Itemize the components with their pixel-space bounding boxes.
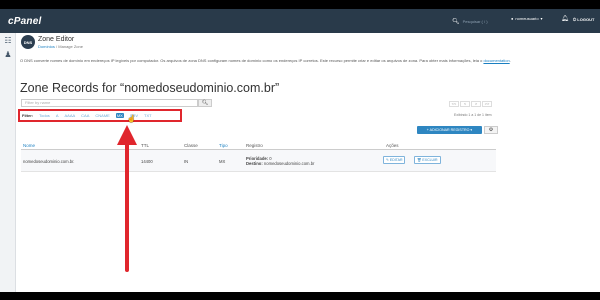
prev-page-button[interactable]: < bbox=[460, 101, 470, 107]
gear-icon: ⚙ bbox=[488, 127, 494, 133]
first-page-button[interactable]: << bbox=[449, 101, 459, 107]
username: nomeusuario bbox=[515, 16, 539, 21]
filter-label: Filter: bbox=[22, 113, 34, 118]
filter-by-name-input[interactable]: Filter by name bbox=[21, 99, 198, 107]
table-header: Nome TTL Classe Tipo Registro Ações bbox=[21, 141, 496, 150]
filter-option-mx[interactable]: MX bbox=[115, 113, 124, 118]
user-menu[interactable]: ● nomeusuario ▾ bbox=[511, 16, 543, 21]
col-header-class: Classe bbox=[184, 143, 198, 148]
zone-heading: Zone Records for “nomedoseudominio.com.b… bbox=[20, 81, 280, 95]
col-header-actions: Ações bbox=[386, 143, 399, 148]
page-description: O DNS converte nomes de domínio em ender… bbox=[20, 58, 511, 63]
search-icon: 🔍︎ bbox=[452, 18, 460, 25]
col-header-name[interactable]: Nome bbox=[23, 143, 35, 148]
top-navbar: cPanel 🔍︎ Pesquisar ( / ) ● nomeusuario … bbox=[0, 9, 600, 33]
mouse-cursor-icon: ☝ bbox=[127, 116, 136, 123]
logout-button[interactable]: ⏻ LOGOUT bbox=[573, 17, 594, 22]
description-text: O DNS converte nomes de domínio em ender… bbox=[20, 58, 483, 63]
logout-icon: ⏻ bbox=[573, 17, 577, 22]
chevron-down-icon: ▾ bbox=[540, 16, 543, 21]
filter-option-all[interactable]: Todos bbox=[39, 113, 50, 118]
letterbox-top bbox=[0, 0, 600, 9]
zone-records-table: Nome TTL Classe Tipo Registro Ações nome… bbox=[21, 141, 496, 172]
filter-option-aaaa[interactable]: AAAA bbox=[64, 113, 75, 118]
delete-record-button[interactable]: 🗑 EXCLUIR bbox=[414, 156, 441, 164]
next-page-button[interactable]: > bbox=[471, 101, 481, 107]
pagination-info: Exibindo 1 a 1 de 1 item bbox=[454, 113, 492, 117]
col-header-type[interactable]: Tipo bbox=[219, 143, 228, 148]
cell-type: MX bbox=[219, 159, 226, 164]
global-search[interactable]: 🔍︎ Pesquisar ( / ) bbox=[452, 15, 506, 27]
destination-label: Destino: bbox=[246, 161, 263, 166]
breadcrumb-current: Manage Zone bbox=[58, 43, 83, 49]
search-placeholder: Pesquisar ( / ) bbox=[462, 18, 488, 24]
page-title: Zone Editor bbox=[38, 35, 75, 43]
bell-icon[interactable]: 🔔︎ bbox=[561, 15, 569, 22]
breadcrumb-domains[interactable]: Domínios bbox=[38, 44, 55, 49]
add-record-button[interactable]: + ADICIONAR REGISTRO ▾ bbox=[417, 126, 482, 134]
search-button[interactable]: 🔍︎ bbox=[198, 99, 212, 107]
pagination: << < > >> bbox=[449, 101, 492, 107]
breadcrumb: Domínios / Manage Zone bbox=[38, 44, 83, 49]
logout-label: LOGOUT bbox=[577, 17, 595, 22]
cell-record: Prioridade: 0 Destino: nomedoseudominio.… bbox=[246, 156, 314, 166]
filter-option-a[interactable]: A bbox=[56, 113, 59, 118]
dns-app-icon: DNS bbox=[21, 35, 35, 49]
grid-icon[interactable]: ☷ bbox=[3, 37, 13, 45]
documentation-link[interactable]: documentation bbox=[483, 58, 509, 63]
col-header-record: Registro bbox=[246, 143, 263, 148]
cell-class: IN bbox=[184, 159, 189, 164]
settings-button[interactable]: ⚙ bbox=[484, 126, 498, 134]
edit-record-button[interactable]: ✎ EDITAR bbox=[383, 156, 406, 164]
search-icon: 🔍︎ bbox=[201, 100, 209, 106]
destination-value: nomedoseudominio.com.br bbox=[263, 161, 315, 166]
cell-name: nomedoseudominio.com.br. bbox=[23, 159, 75, 164]
col-header-ttl: TTL bbox=[141, 143, 150, 148]
table-row: nomedoseudominio.com.br. 14400 IN MX Pri… bbox=[21, 150, 496, 172]
filter-option-caa[interactable]: CAA bbox=[81, 113, 89, 118]
cell-ttl: 14400 bbox=[141, 159, 153, 164]
letterbox-bottom bbox=[0, 292, 600, 300]
user-icon: ● bbox=[511, 16, 514, 21]
main-content: DNS Zone Editor Domínios / Manage Zone O… bbox=[16, 33, 600, 292]
filter-option-cname[interactable]: CNAME bbox=[95, 113, 109, 118]
last-page-button[interactable]: >> bbox=[482, 101, 492, 107]
breadcrumb-separator: / bbox=[56, 43, 58, 49]
filter-option-txt[interactable]: TXT bbox=[144, 113, 152, 118]
cpanel-logo[interactable]: cPanel bbox=[8, 16, 41, 27]
page-header: DNS Zone Editor Domínios / Manage Zone bbox=[21, 35, 83, 49]
left-sidebar: ☷ ♟ bbox=[0, 33, 16, 292]
users-icon[interactable]: ♟ bbox=[3, 51, 13, 59]
